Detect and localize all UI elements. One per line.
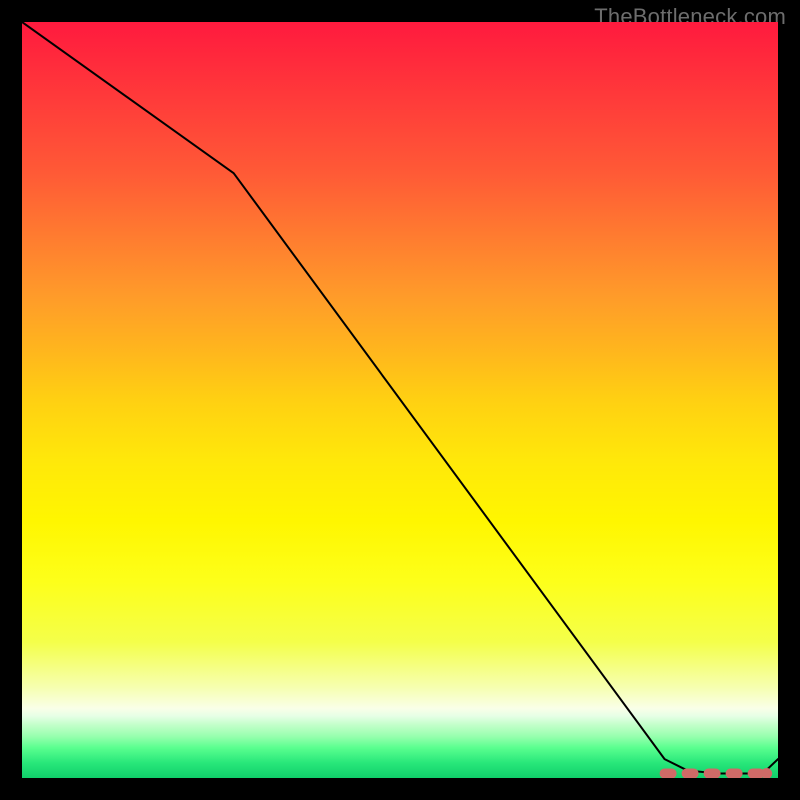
plot-area: [22, 22, 778, 778]
chart-svg: [22, 22, 778, 778]
chart-stage: TheBottleneck.com: [0, 0, 800, 800]
